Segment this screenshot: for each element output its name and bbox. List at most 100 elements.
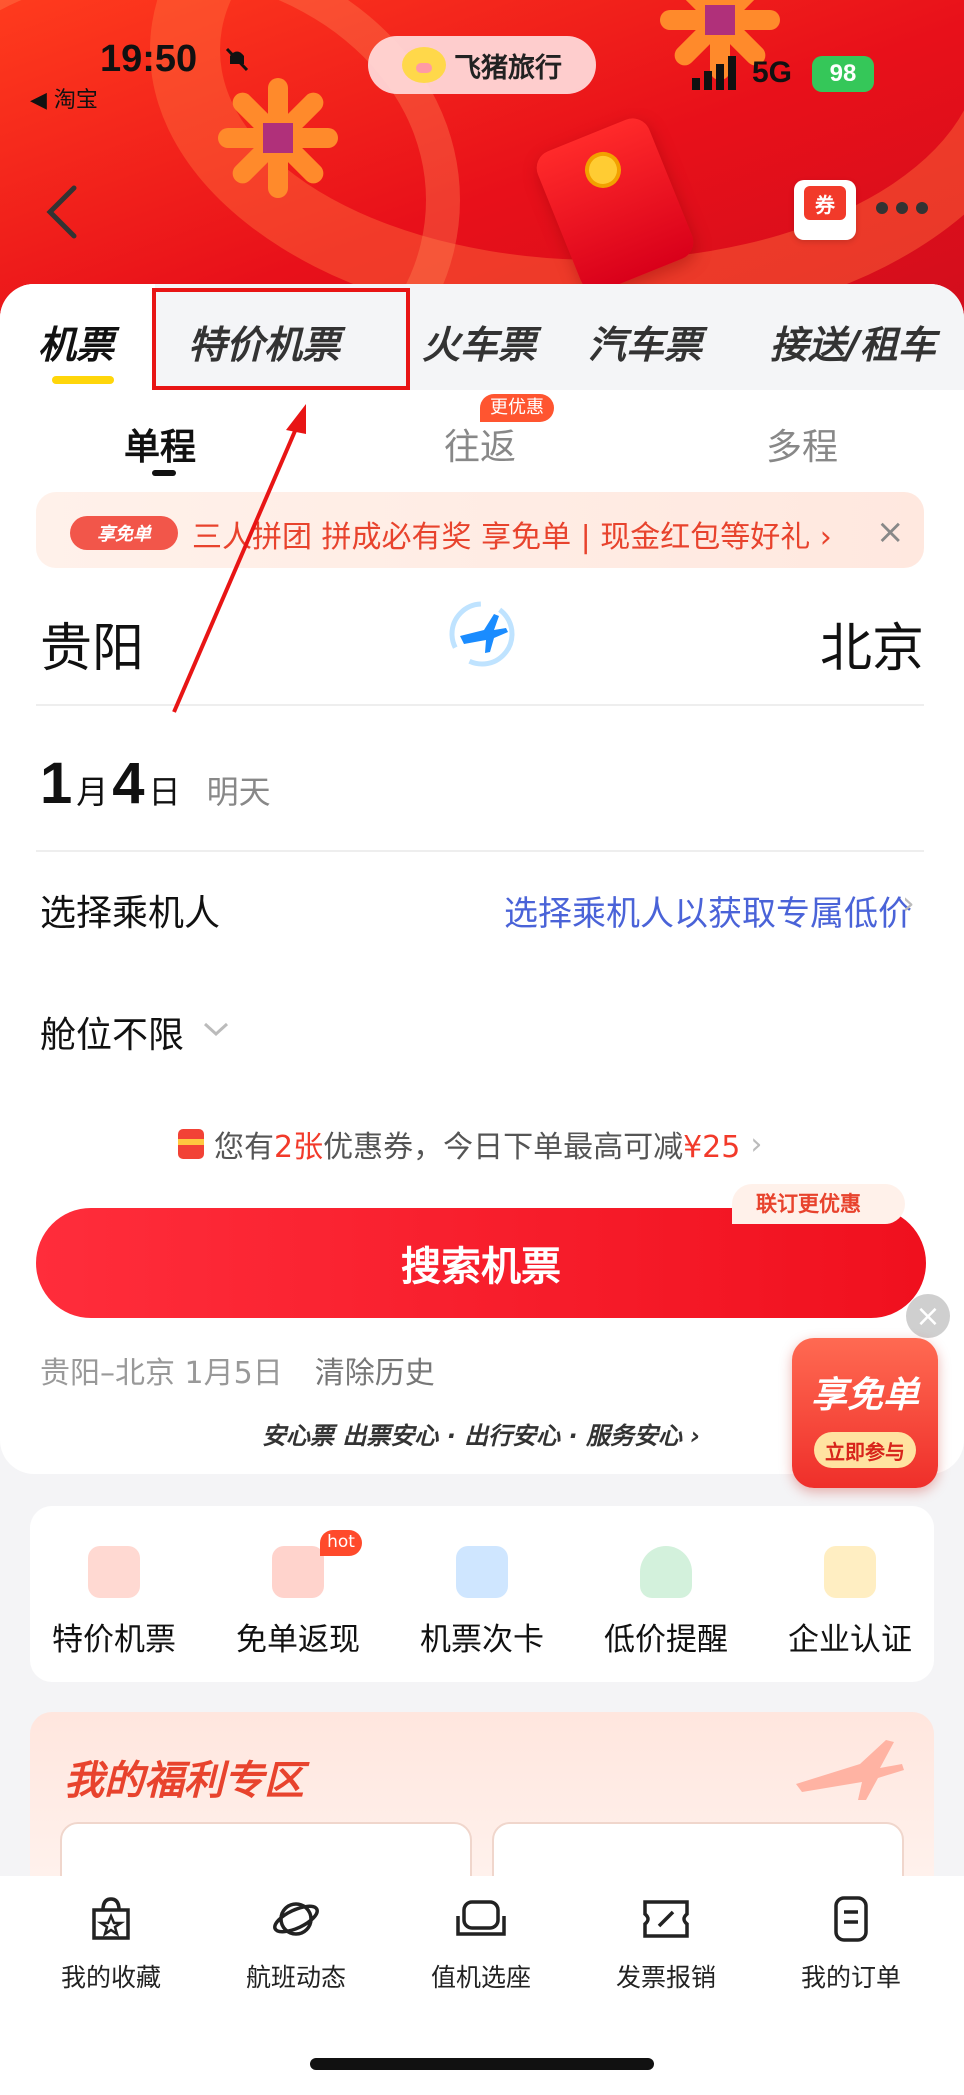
chevron-down-icon[interactable]	[202, 1020, 230, 1038]
quick-entry-special-flights[interactable]: 特价机票	[34, 1546, 194, 1659]
search-flights-button[interactable]: 搜索机票	[36, 1208, 926, 1318]
gift-box-icon	[272, 1546, 324, 1598]
date-month-unit: 月	[76, 773, 109, 811]
free-order-widget[interactable]: 享免单 立即参与	[792, 1338, 938, 1488]
status-time: 19:50	[100, 38, 198, 80]
chevron-right-icon: ›	[750, 1126, 763, 1162]
tab-train[interactable]: 火车票	[422, 314, 536, 369]
quick-entry-free-cashback[interactable]: hot 免单返现	[218, 1530, 378, 1659]
round-trip-badge: 更优惠	[480, 394, 554, 422]
hot-badge: hot	[320, 1530, 362, 1556]
coupon-icon: 券	[804, 186, 846, 220]
order-list-icon	[834, 1896, 868, 1942]
search-history: 贵阳–北京 1月5日 清除历史	[40, 1348, 435, 1392]
quick-entry-label: 特价机票	[52, 1622, 176, 1658]
quick-entry-price-alert[interactable]: 低价提醒	[586, 1546, 746, 1659]
id-badge-icon	[824, 1546, 876, 1598]
airplane-illustration-icon	[796, 1740, 904, 1800]
coupon-info[interactable]: 您有2张优惠券，今日下单最高可减¥25 ›	[178, 1122, 762, 1166]
quick-entries: 特价机票 hot 免单返现 机票次卡 低价提醒 企业认证	[30, 1506, 934, 1682]
nav-check-in[interactable]: 值机选座	[396, 1894, 566, 1994]
quick-entry-label: 机票次卡	[420, 1622, 544, 1658]
passenger-hint[interactable]: 选择乘机人以获取专属低价	[504, 886, 912, 935]
nav-orders[interactable]: 我的订单	[766, 1894, 936, 1994]
passenger-label[interactable]: 选择乘机人	[40, 884, 220, 936]
divider	[36, 704, 924, 706]
coupon-prefix: 您有	[214, 1130, 274, 1165]
globe-orbit-icon	[273, 1902, 319, 1936]
tab-bus[interactable]: 汽车票	[588, 314, 702, 369]
nav-label: 我的收藏	[60, 1963, 161, 1992]
quick-entry-label: 低价提醒	[604, 1622, 728, 1658]
plane-ticket-icon	[88, 1546, 140, 1598]
home-indicator	[310, 2058, 654, 2070]
quick-entry-enterprise[interactable]: 企业认证	[770, 1546, 930, 1659]
close-circle-icon[interactable]: ×	[906, 1294, 950, 1338]
trip-type-indicator	[152, 470, 176, 476]
chevron-right-icon: ›	[902, 884, 915, 922]
join-now-button[interactable]: 立即参与	[814, 1432, 916, 1468]
coupon-amount: ¥25	[683, 1130, 741, 1165]
quick-entry-flight-pass[interactable]: 机票次卡	[402, 1546, 562, 1659]
gift-icon	[178, 1129, 204, 1159]
signal-icon	[692, 56, 736, 90]
nav-favorites[interactable]: 我的收藏	[26, 1894, 196, 1994]
brand-name: 飞猪旅行	[454, 52, 562, 84]
tab-bar: 机票 特价机票 火车票 汽车票 接送/租车	[0, 284, 964, 390]
ticket-icon	[643, 1900, 689, 1938]
promo-text: 三人拼团 拼成必有奖 享免单 | 现金红包等好礼 ›	[192, 520, 832, 555]
quick-entry-label: 免单返现	[236, 1622, 360, 1658]
date-selector[interactable]: 1 月 4 日 明天	[40, 750, 271, 817]
pig-logo-icon	[402, 47, 446, 83]
bell-plus-icon	[640, 1546, 692, 1598]
departure-city[interactable]: 贵阳	[40, 606, 144, 681]
clear-history-button[interactable]: 清除历史	[315, 1356, 435, 1391]
history-item[interactable]: 贵阳–北京 1月5日	[40, 1356, 283, 1391]
bottom-nav: 我的收藏 航班动态 值机选座 发票报销 我的订单	[0, 1876, 964, 2095]
cabin-selector[interactable]: 舱位不限	[40, 1006, 184, 1058]
quick-entry-label: 企业认证	[788, 1622, 912, 1658]
trip-one-way[interactable]: 单程	[124, 418, 196, 470]
status-bar: 19:50 ◀ 淘宝 飞猪旅行 5G 98	[0, 0, 964, 113]
date-month: 1	[40, 751, 73, 816]
free-order-title: 享免单	[810, 1375, 919, 1416]
trip-round[interactable]: 往返	[444, 418, 516, 470]
swap-cities-icon[interactable]	[444, 596, 520, 672]
coupon-middle: 优惠券，今日下单最高可减	[323, 1130, 684, 1165]
promo-banner[interactable]: 享免单 三人拼团 拼成必有奖 享免单 | 现金红包等好礼 › ×	[36, 492, 924, 568]
nav-label: 航班动态	[245, 1963, 346, 1992]
close-icon[interactable]: ×	[876, 512, 905, 552]
welfare-title: 我的福利专区	[64, 1758, 304, 1804]
brand-pill: 飞猪旅行	[368, 36, 596, 94]
nav-label: 发票报销	[615, 1963, 716, 1992]
nav-label: 值机选座	[430, 1963, 531, 1992]
coupon-button[interactable]: 券	[794, 180, 856, 240]
battery-icon: 98	[812, 56, 874, 92]
trip-multi[interactable]: 多程	[766, 418, 838, 470]
coupon-count: 2张	[274, 1130, 324, 1165]
seat-icon	[456, 1900, 506, 1936]
battery-level: 98	[829, 60, 857, 87]
nav-invoice[interactable]: 发票报销	[581, 1894, 751, 1994]
arrival-city[interactable]: 北京	[820, 606, 924, 681]
divider	[36, 850, 924, 852]
bag-star-icon	[92, 1897, 130, 1940]
network-type: 5G	[752, 56, 793, 89]
highlight-box	[152, 288, 410, 390]
search-card: 机票 特价机票 火车票 汽车票 接送/租车 单程 往返 更优惠 多程 享免单 三…	[0, 284, 964, 1474]
date-day: 4	[112, 751, 145, 816]
date-day-unit: 日	[148, 773, 181, 811]
nav-flight-status[interactable]: 航班动态	[211, 1894, 381, 1994]
tab-flights[interactable]: 机票	[38, 314, 114, 369]
date-relative: 明天	[206, 773, 271, 811]
promo-tag: 享免单	[70, 516, 178, 550]
assurance-line[interactable]: 安心票 出票安心 · 出行安心 · 服务安心 ›	[262, 1416, 700, 1451]
mute-bell-icon	[225, 47, 249, 72]
nav-label: 我的订单	[800, 1963, 901, 1992]
tab-active-indicator	[52, 376, 114, 384]
joint-booking-badge: 联订更优惠	[732, 1184, 905, 1224]
back-arrow-icon[interactable]	[40, 182, 84, 242]
more-options-icon[interactable]	[876, 202, 932, 218]
back-to-app[interactable]: ◀ 淘宝	[30, 82, 98, 114]
tab-transfer-rental[interactable]: 接送/租车	[770, 314, 936, 369]
